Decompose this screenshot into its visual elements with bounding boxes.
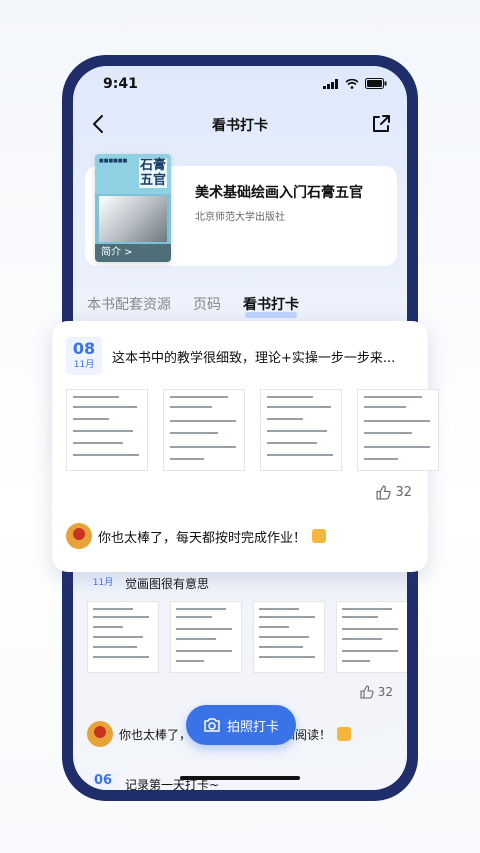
entry-date: 08 11月 (66, 337, 102, 375)
photo-checkin-label: 拍照打卡 (226, 719, 279, 735)
home-indicator[interactable] (180, 776, 300, 780)
comment: 你也太棒了，每天都按时完成作业！ (66, 523, 327, 549)
photo-thumb[interactable] (336, 601, 407, 673)
cover-decoration: ■■■■■■ (99, 158, 128, 164)
intro-badge[interactable]: 简介 > (95, 244, 171, 262)
system-icons (323, 78, 387, 89)
thumb-up-icon (376, 485, 392, 500)
wifi-icon (345, 78, 359, 89)
book-title: 美术基础绘画入门石膏五官 (195, 185, 363, 201)
nav-bar: 看书打卡 (73, 106, 407, 142)
tab-reading-checkin[interactable]: 看书打卡 (243, 294, 299, 318)
page-title: 看书打卡 (212, 118, 268, 134)
comment-text: 你也太棒了，每天都按时完成作业！ (98, 530, 307, 546)
photo-row (66, 389, 439, 471)
camera-icon (204, 718, 220, 732)
photo-thumb[interactable] (66, 389, 148, 471)
emoji-icon (337, 727, 352, 741)
entry-month: 11月 (73, 360, 95, 370)
tab-page-code[interactable]: 页码 (193, 294, 221, 314)
book-card[interactable]: ■■■■■■ 石膏五官 简介 > 美术基础绘画入门石膏五官 北京师范大学出版社 (85, 154, 397, 266)
entry-month: 11月 (89, 575, 117, 591)
entry-text: 觉画图很有意思 (125, 577, 210, 591)
comment-text: 你也太棒了， (119, 727, 192, 742)
entry-text: 这本书中的教学很细致，理论+实操一步一步来... (112, 351, 396, 366)
tab-resources[interactable]: 本书配套资源 (87, 294, 171, 314)
entry-day: 08 (72, 339, 96, 358)
photo-row (87, 601, 407, 673)
cover-title: 石膏五官 (139, 158, 167, 188)
featured-checkin-card[interactable]: 08 11月 这本书中的教学很细致，理论+实操一步一步来... 32 你也太棒了… (52, 321, 439, 572)
thumb-up-icon (360, 685, 374, 699)
photo-thumb[interactable] (253, 601, 325, 673)
like-count: 32 (395, 485, 412, 500)
photo-thumb[interactable] (170, 601, 242, 673)
like-button[interactable]: 32 (376, 485, 412, 500)
photo-thumb[interactable] (357, 389, 439, 471)
status-bar: 9:41 (73, 66, 407, 102)
photo-checkin-button[interactable]: 拍照打卡 (186, 705, 296, 745)
signal-icon (323, 78, 338, 89)
emoji-icon (312, 529, 327, 543)
cover-art (99, 196, 167, 242)
share-icon[interactable] (369, 112, 393, 136)
photo-thumb[interactable] (163, 389, 245, 471)
photo-thumb[interactable] (87, 601, 159, 673)
battery-icon (365, 78, 387, 89)
like-count: 32 (377, 685, 393, 699)
book-publisher: 北京师范大学出版社 (195, 212, 285, 223)
status-time: 9:41 (103, 76, 138, 92)
avatar (87, 721, 113, 747)
like-button[interactable]: 32 (360, 685, 393, 699)
avatar (66, 523, 92, 549)
entry-day: 06 (89, 772, 117, 790)
tab-bar: 本书配套资源 页码 看书打卡 (87, 294, 299, 318)
photo-thumb[interactable] (260, 389, 342, 471)
book-cover[interactable]: ■■■■■■ 石膏五官 简介 > (95, 154, 171, 262)
